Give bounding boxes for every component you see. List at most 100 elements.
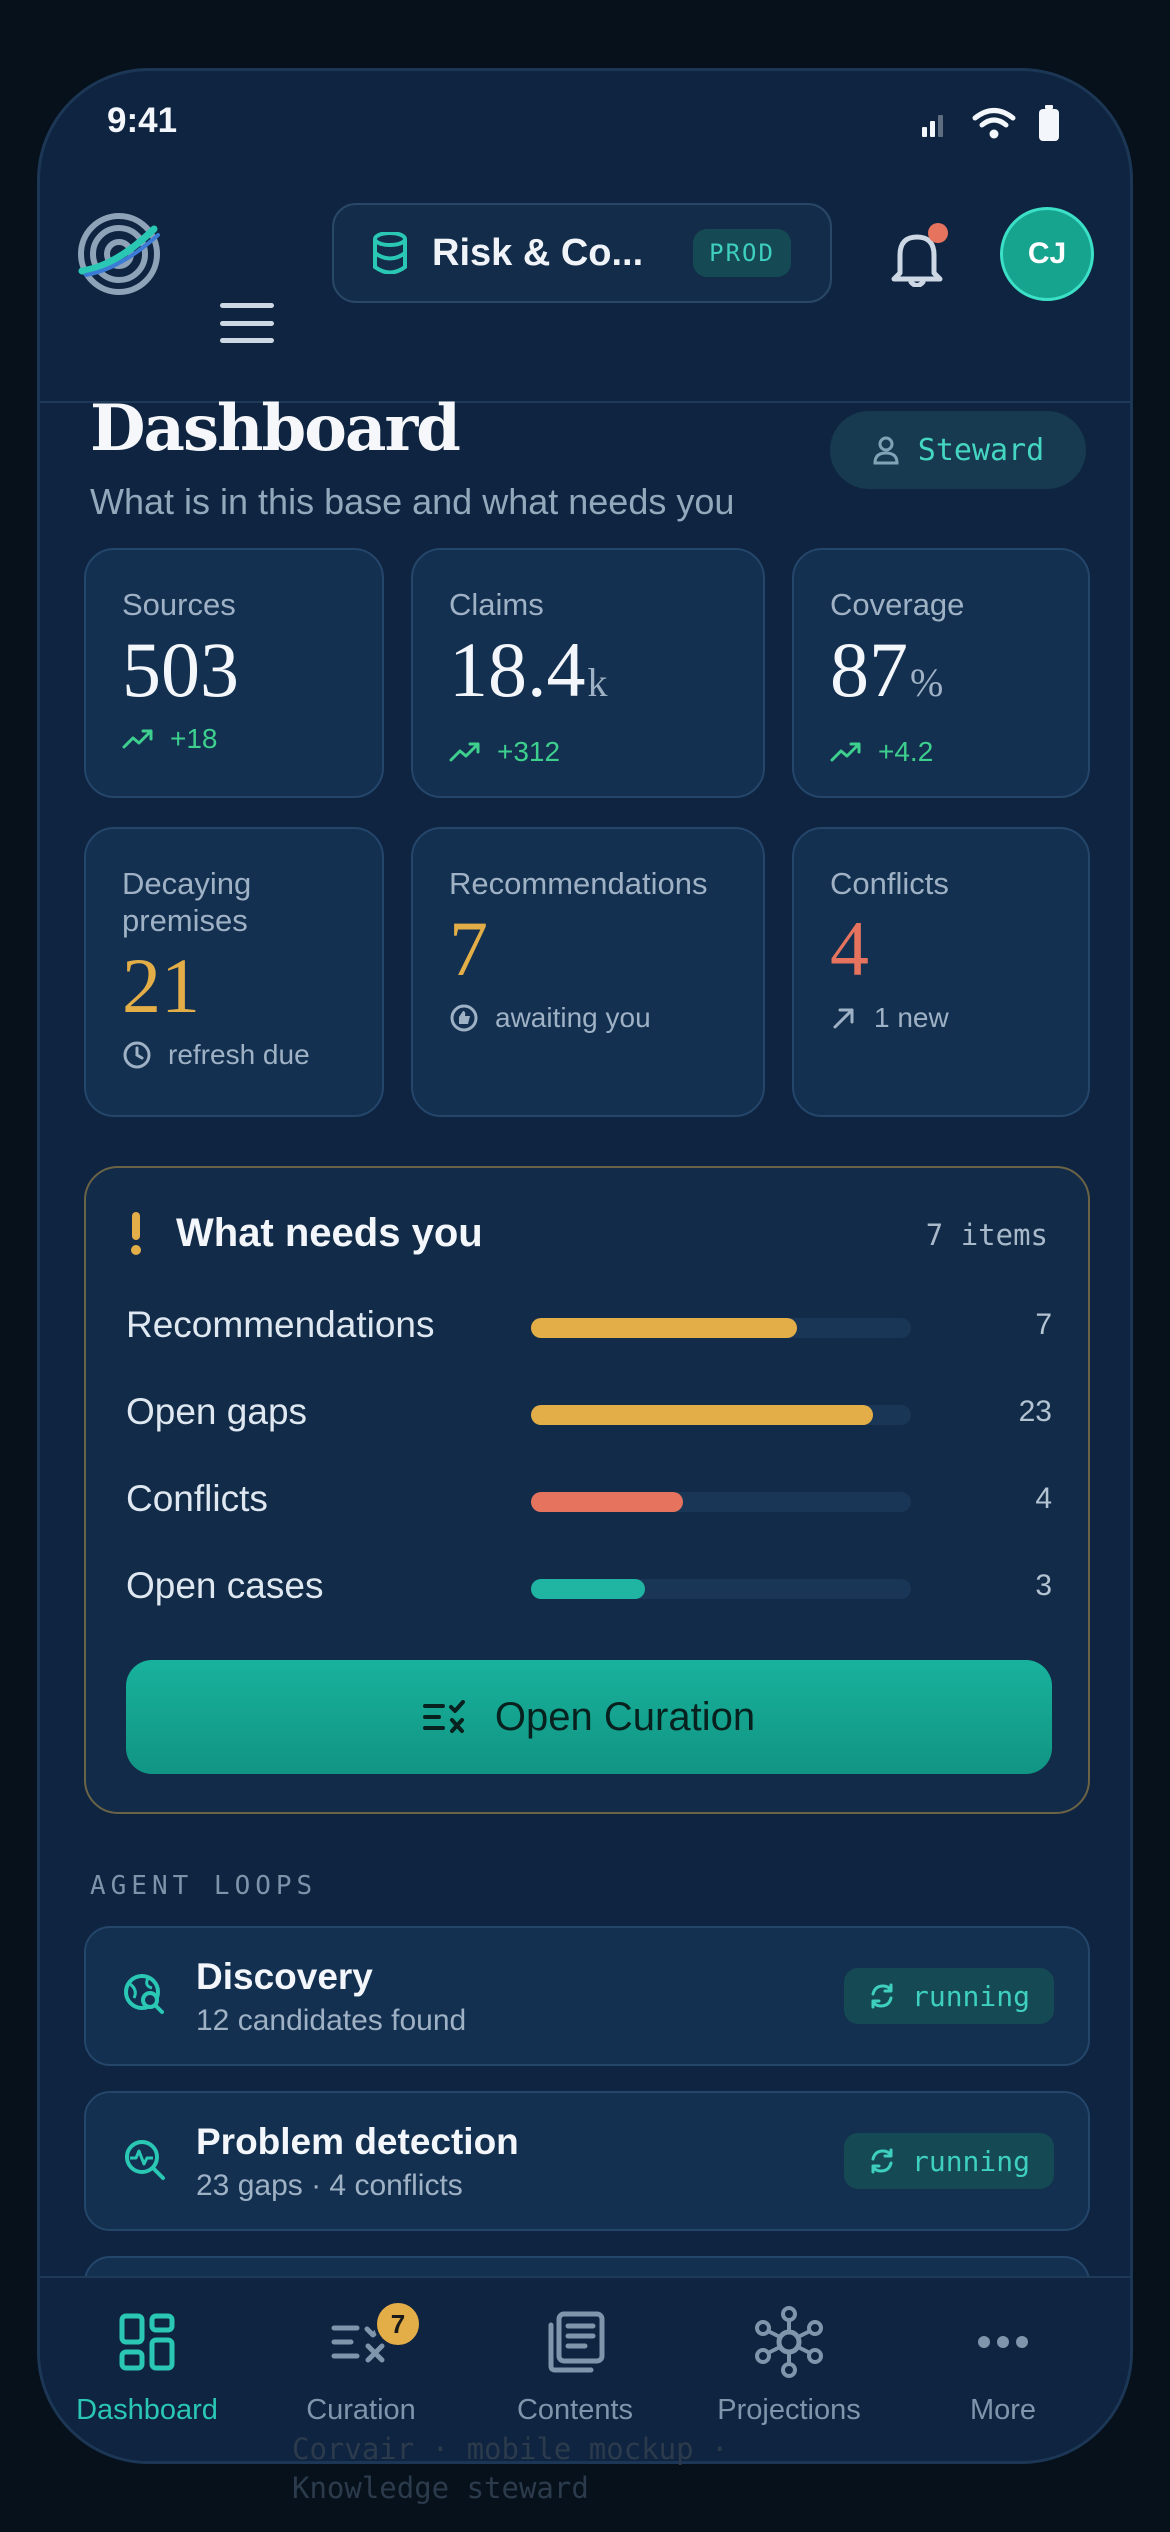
refresh-icon [871,2148,893,2174]
nav-curation[interactable]: 7 Curation [254,2300,468,2427]
need-bar-track [531,1405,911,1425]
loop-title: Discovery [196,1956,373,1997]
workspace-switcher[interactable]: Risk & Co... PROD [332,203,832,303]
loop-status-badge: running [843,1968,1054,2024]
need-bar-track [531,1579,911,1599]
need-label: Open cases [126,1565,324,1606]
curation-icon [422,1700,465,1733]
stat-card-decaying-premises[interactable]: Decaying premises 21 refresh due [84,827,384,1117]
needs-header: What needs you [126,1210,483,1256]
nav-label: Contents [516,2394,634,2426]
need-count: 7 [1035,1308,1052,1341]
stat-delta: refresh due [122,1039,346,1071]
page-title: Dashboard [90,391,461,466]
agent-loops-heading: AGENT LOOPS [90,1871,318,1901]
status-icons [920,105,1060,141]
page-subtitle: What is in this base and what needs you [90,481,735,522]
trend-up-icon [449,742,480,762]
nav-label: Dashboard [76,2394,218,2426]
battery-icon [1039,105,1059,141]
clock-icon [123,1041,151,1069]
arrow-up-right-icon [833,1008,854,1029]
nav-more[interactable]: More [896,2306,1110,2427]
nav-label: Projections [717,2394,861,2426]
need-row-conflicts[interactable]: Conflicts 4 [126,1470,1052,1530]
nav-label: More [969,2394,1037,2426]
projections-icon [755,2306,823,2378]
need-count: 23 [1018,1395,1052,1428]
user-avatar[interactable]: CJ [1000,207,1094,301]
stat-delta: awaiting you [449,1002,727,1034]
signal-icon [922,115,943,137]
stat-card-sources[interactable]: Sources 503 +18 [84,548,384,798]
workspace-name: Risk & Co... [432,231,644,274]
loop-title: Problem detection [196,2121,519,2162]
stat-label: Coverage [830,587,965,622]
stat-value: 18.4k [449,626,608,713]
footer-caption: Corvair · mobile mockup · Knowledge stew… [292,2430,729,2508]
more-icon [978,2336,1028,2348]
stat-card-conflicts[interactable]: Conflicts 4 1 new [792,827,1090,1117]
need-label: Conflicts [126,1478,268,1519]
open-curation-label: Open Curation [494,1694,756,1739]
user-icon [873,436,899,465]
stat-label: Claims [449,587,544,622]
needs-count: 7 items [925,1218,1048,1252]
trend-up-icon [830,742,861,762]
globe-search-icon [124,1974,164,2014]
need-count: 4 [1035,1482,1052,1515]
dashboard-icon [119,2313,175,2371]
needs-attention-panel: What needs you 7 items Recommendations 7… [84,1166,1090,1814]
phone-frame: 9:41 Risk & Co... PROD CJ Dashboard What… [37,68,1133,2464]
stat-delta: +312 [449,736,727,768]
nav-projections[interactable]: Projections [682,2306,896,2427]
need-label: Recommendations [126,1304,435,1345]
footer-line-2: Knowledge steward [292,2471,589,2505]
agent-loop-problem-detection[interactable]: Problem detection 23 gaps · 4 conflicts … [84,2091,1090,2231]
stat-label: Recommendations [449,866,708,901]
nav-contents[interactable]: Contents [468,2306,682,2427]
need-row-open-gaps[interactable]: Open gaps 23 [126,1383,1052,1443]
need-bar-track [531,1492,911,1512]
stat-delta: +18 [122,723,346,755]
need-row-open-cases[interactable]: Open cases 3 [126,1557,1052,1617]
stat-card-claims[interactable]: Claims 18.4k +312 [411,548,765,798]
nav-dashboard[interactable]: Dashboard [40,2306,254,2427]
stat-value: 4 [830,905,869,992]
open-curation-button[interactable]: Open Curation [126,1660,1052,1774]
status-time: 9:41 [107,101,178,140]
contents-icon [548,2311,605,2373]
need-bar-track [531,1318,911,1338]
menu-icon[interactable] [220,303,274,343]
stat-value: 21 [122,942,200,1029]
need-bar-fill [531,1318,797,1338]
stat-card-recommendations[interactable]: Recommendations 7 awaiting you [411,827,765,1117]
stat-label: Decaying premises [122,866,252,938]
environment-badge: PROD [693,229,791,277]
stat-card-coverage[interactable]: Coverage 87% +4.2 [792,548,1090,798]
needs-title: What needs you [176,1210,483,1255]
curation-count-badge: 7 [374,2300,422,2348]
stat-value: 503 [122,626,239,713]
footer-line-1: Corvair · mobile mockup · [292,2432,729,2466]
need-bar-fill [531,1579,645,1599]
stat-value: 7 [449,905,488,992]
stat-delta: 1 new [830,1002,1052,1034]
stat-label: Sources [122,587,236,622]
nav-label: Curation [306,2394,416,2426]
role-badge[interactable]: Steward [830,411,1086,489]
stat-value: 87% [830,626,944,713]
stat-label: Conflicts [830,866,949,901]
need-row-recommendations[interactable]: Recommendations 7 [126,1296,1052,1356]
loop-status-badge: running [843,2133,1054,2189]
trend-up-icon [122,729,153,749]
notification-dot [928,223,948,243]
need-label: Open gaps [126,1391,308,1432]
agent-loop-discovery[interactable]: Discovery 12 candidates found running [84,1926,1090,2066]
exclamation-icon [131,1212,141,1255]
pulse-search-icon [125,2140,165,2180]
need-bar-fill [531,1492,683,1512]
database-icon [373,232,407,274]
app-logo-icon[interactable] [76,211,162,302]
role-label: Steward [917,432,1045,468]
